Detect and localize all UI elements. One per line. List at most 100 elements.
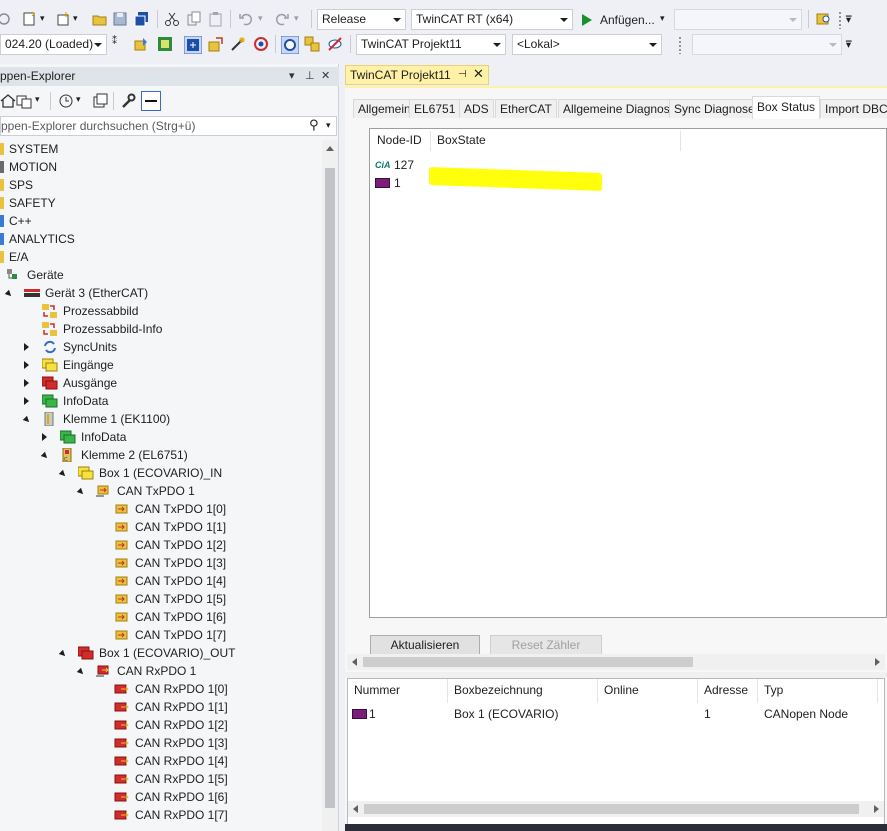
twincat-toolbar: 024.20 (Loaded) ⁑ TwinCAT Projekt11 <Lok… [0,32,887,58]
save-icon[interactable] [112,11,128,27]
toolbar-overflow-icon[interactable]: ‗ ▾ [846,8,862,26]
expand-toggle[interactable] [40,451,50,461]
properties-wrench-icon[interactable] [120,93,136,109]
tab-el6751[interactable]: EL6751 [409,99,461,118]
copy-icon[interactable] [186,11,202,27]
tab-sync-diagnose[interactable]: Sync Diagnose [669,99,760,118]
new-project-icon[interactable] [22,11,38,27]
close-icon[interactable]: ✕ [321,69,330,82]
tx-variable-icon [114,556,128,570]
toggle-freerun-icon[interactable] [230,36,246,52]
expand-toggle[interactable] [76,487,86,497]
expand-toggle[interactable] [42,433,47,441]
undo-icon[interactable] [238,11,254,27]
project-select[interactable]: TwinCAT Projekt11 [356,34,506,55]
scrollbar-thumb[interactable] [363,657,693,667]
scroll-left-arrow-icon[interactable] [352,658,357,666]
expand-toggle[interactable] [58,649,68,659]
reset-counter-button[interactable]: Reset Zähler [490,635,602,655]
pending-changes-icon[interactable] [58,93,74,109]
save-all-icon[interactable] [134,11,150,27]
bottom-panel-edge [345,824,887,831]
load-config-icon[interactable] [208,36,224,52]
search-icon[interactable]: ⚲ [309,117,319,133]
pending-changes-dropdown-icon[interactable]: ▾ [76,94,92,110]
pin-icon[interactable]: ⊥ [305,69,315,82]
open-folder-icon[interactable] [92,11,108,27]
process-image-icon [42,304,57,318]
show-sub-items-icon[interactable] [304,36,320,52]
scrollbar-thumb[interactable] [364,804,859,814]
start-debug-icon[interactable] [582,14,592,26]
target-system-select[interactable]: <Lokal> [512,34,662,55]
tab-allgemeine-diagnose[interactable]: Allgemeine Diagnose [558,99,682,118]
scrollbar-thumb[interactable] [325,168,335,808]
show-online-data-icon[interactable] [280,35,300,55]
build-configuration-select[interactable]: Release [317,9,406,30]
scroll-up-arrow-icon[interactable] [326,146,334,151]
tx-variable-icon [114,502,128,516]
close-tab-icon[interactable]: ✕ [473,66,484,82]
scan-devices-icon[interactable] [253,36,269,52]
target-platform-select[interactable]: TwinCAT RT (x64) [411,9,573,30]
tab-twincat-projekt11[interactable]: TwinCAT Projekt11 ⊣ ✕ [345,65,489,85]
box-status-horizontal-scrollbar[interactable] [347,654,885,670]
pin-tab-icon[interactable]: ⊣ [458,69,467,80]
refresh-button[interactable]: Aktualisieren [370,635,480,655]
toolbar2-grip[interactable] [678,36,682,54]
box-list-horizontal-scrollbar[interactable] [348,801,884,817]
redo-icon[interactable] [274,11,290,27]
devices-icon [6,268,20,282]
preview-selected-icon[interactable] [141,91,161,111]
paste-icon[interactable] [208,11,224,27]
expand-toggle[interactable] [58,469,68,479]
add-item-dropdown-icon[interactable]: ▾ [73,13,89,29]
find-in-files-icon[interactable] [816,11,832,27]
tab-ads[interactable]: ADS [459,99,494,118]
empty-select-1[interactable] [674,9,802,30]
toolbar2-overflow-icon[interactable]: ‗ ▾ [846,33,862,51]
expand-toggle[interactable] [76,667,86,677]
table-row[interactable]: 1 Box 1 (ECOVARIO) 1 CANopen Node [348,679,884,725]
activate-configuration-icon[interactable] [134,36,150,52]
tab-import-dbc[interactable]: Import DBC [820,99,887,118]
tab-box-status[interactable]: Box Status [752,96,821,119]
redo-dropdown-icon[interactable]: ▾ [294,13,310,29]
attach-button[interactable]: Anfügen... [600,13,655,27]
navigate-icon[interactable] [0,11,16,27]
scroll-right-arrow-icon[interactable] [874,805,879,813]
expand-toggle[interactable] [24,379,29,387]
solution-explorer-search-input[interactable]: ppen-Explorer durchsuchen (Strg+ü) ⚲ ▾ [0,116,337,136]
collapse-all-icon[interactable] [92,93,108,109]
expand-toggle[interactable] [24,343,29,351]
undo-dropdown-icon[interactable]: ▾ [258,13,274,29]
add-item-icon[interactable] [55,11,71,27]
empty-select-2[interactable] [692,34,842,55]
switch-views-dropdown-icon[interactable]: ▾ [35,94,51,110]
el6751-terminal-icon: C [60,447,74,463]
restart-twincat-icon[interactable] [157,36,173,52]
tab-ethercat[interactable]: EtherCAT [495,99,557,118]
expand-toggle[interactable] [22,415,32,425]
column-header-boxstate[interactable]: BoxState [437,133,486,147]
toolbar-grip[interactable] [838,11,842,29]
expand-toggle[interactable] [24,397,29,405]
expand-toggle[interactable] [4,289,14,299]
tab-allgemein[interactable]: Allgemein [353,99,416,118]
scroll-left-arrow-icon[interactable] [353,805,358,813]
new-project-dropdown-icon[interactable]: ▾ [40,13,56,29]
outputs-icon [41,376,58,390]
twincat-version-select[interactable]: 024.20 (Loaded) [0,34,107,55]
version-overflow-icon[interactable]: ⁑ [112,36,128,52]
switch-views-icon[interactable] [16,93,32,109]
home-icon[interactable] [0,93,16,109]
window-position-icon[interactable]: ▾ [289,69,295,82]
expand-toggle[interactable] [24,361,29,369]
search-options-dropdown-icon[interactable]: ▾ [326,120,331,131]
scroll-right-arrow-icon[interactable] [875,658,880,666]
column-header-node-id[interactable]: Node-ID [377,133,422,147]
explorer-vertical-scrollbar[interactable] [322,140,338,831]
hide-disabled-icon[interactable] [327,36,343,52]
config-mode-icon[interactable] [183,35,203,55]
cut-icon[interactable] [164,11,180,27]
